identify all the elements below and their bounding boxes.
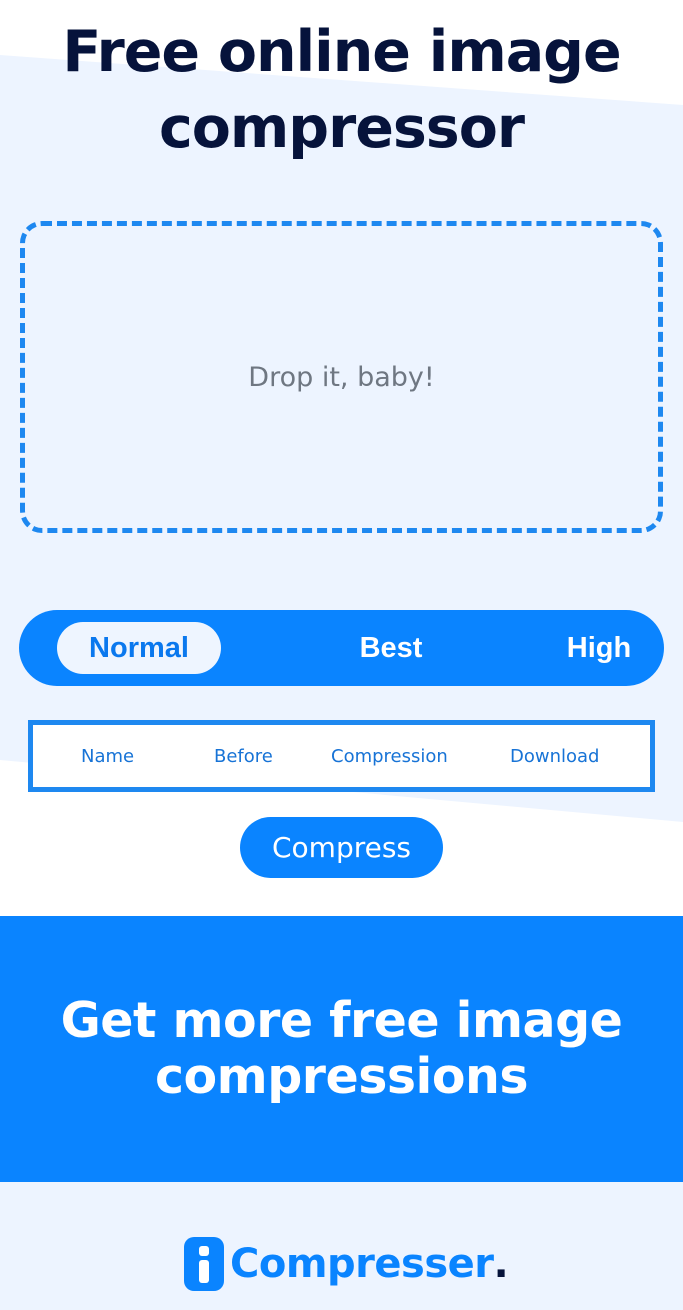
quality-option-normal[interactable]: Normal <box>57 622 221 674</box>
logo-punct: . <box>493 1241 509 1287</box>
quality-option-high[interactable]: High <box>549 622 649 674</box>
dropzone-label: Drop it, baby! <box>248 361 435 393</box>
column-header-name: Name <box>81 745 135 767</box>
banner-heading: Get more free image compressions <box>60 992 623 1105</box>
site-logo[interactable]: Compresser. <box>184 1234 509 1294</box>
page-title: Free online image compressor <box>62 19 621 161</box>
quality-selector: Normal Best High <box>19 610 664 686</box>
logo-text: Compresser <box>230 1241 494 1287</box>
quality-option-best[interactable]: Best <box>341 622 441 674</box>
column-header-compression: Compression <box>331 745 448 767</box>
i-letter-icon <box>184 1237 224 1291</box>
results-table: Name Before Compression Download <box>28 720 655 792</box>
column-header-before: Before <box>214 745 273 767</box>
promo-banner: Get more free image compressions <box>0 916 683 1182</box>
compress-button[interactable]: Compress <box>240 817 443 878</box>
column-header-download: Download <box>510 745 600 767</box>
file-dropzone[interactable]: Drop it, baby! <box>20 221 663 533</box>
footer: Compresser. <box>0 1182 683 1310</box>
hero-section: Free online image compressor Drop it, ba… <box>0 0 683 916</box>
